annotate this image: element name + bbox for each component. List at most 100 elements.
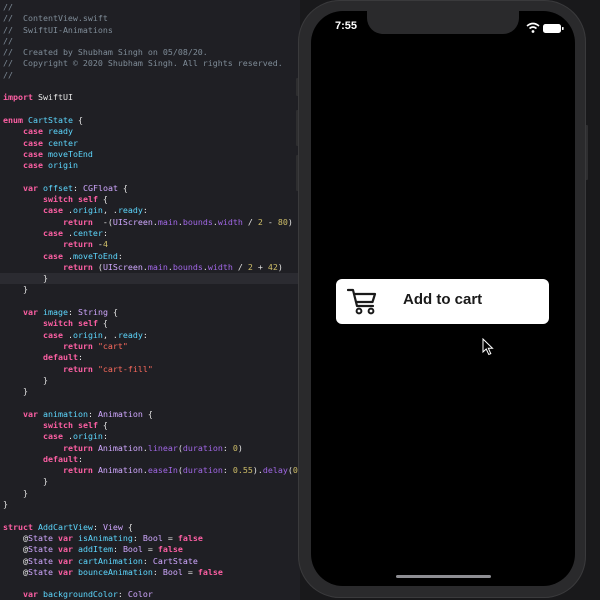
code-token: :	[102, 227, 108, 238]
code-line[interactable]: }	[3, 386, 300, 397]
code-line[interactable]: return Animation.easeIn(duration: 0.55).…	[3, 465, 300, 476]
code-token: false	[197, 566, 223, 577]
code-line[interactable]: var image: String {	[3, 307, 300, 318]
code-line[interactable]: //	[3, 36, 300, 47]
code-token: CartState	[152, 555, 198, 566]
code-token: /	[232, 261, 248, 272]
code-line[interactable]: default:	[3, 454, 300, 465]
code-line[interactable]: }	[3, 488, 300, 499]
code-token: addItem	[77, 544, 113, 555]
code-line[interactable]: return "cart"	[3, 341, 300, 352]
code-token: "cart-fill"	[97, 363, 153, 374]
code-token: }	[3, 476, 48, 487]
code-token: ready	[117, 329, 143, 340]
code-line[interactable]: var animation: Animation {	[3, 409, 300, 420]
code-line[interactable]: }	[0, 273, 300, 285]
code-token: var	[57, 544, 73, 555]
code-editor[interactable]: //// ContentView.swift// SwiftUI-Animati…	[0, 0, 300, 600]
code-line[interactable]: // Created by Shubham Singh on 05/08/20.	[3, 47, 300, 58]
code-line[interactable]: case origin	[3, 160, 300, 171]
code-line[interactable]	[3, 296, 300, 307]
code-line[interactable]: case .origin, .ready:	[3, 205, 300, 216]
code-line[interactable]: return Animation.linear(duration: 0)	[3, 443, 300, 454]
code-token: 0.55	[232, 465, 253, 476]
code-line[interactable]	[3, 578, 300, 589]
code-token: , .	[102, 329, 118, 340]
code-token: {	[122, 521, 133, 532]
code-token: backgroundColor	[42, 589, 118, 600]
code-line[interactable]: @State var addItem: Bool = false	[3, 544, 300, 555]
code-line[interactable]: return -(UIScreen.main.bounds.width / 2 …	[3, 217, 300, 228]
code-token: self	[77, 318, 98, 329]
code-token: , .	[102, 205, 118, 216]
code-token: }	[3, 374, 48, 385]
code-line[interactable]: enum CartState {	[3, 115, 300, 126]
code-line[interactable]: case .origin:	[3, 431, 300, 442]
code-token: case	[22, 160, 43, 171]
code-line[interactable]: }	[3, 476, 300, 487]
code-token: .	[62, 250, 73, 261]
code-line[interactable]: //	[3, 2, 300, 13]
code-line[interactable]: case .center:	[3, 228, 300, 239]
code-line[interactable]: // SwiftUI-Animations	[3, 25, 300, 36]
code-token: {	[117, 182, 128, 193]
add-to-cart-label: Add to cart	[403, 291, 483, 308]
code-line[interactable]: return -4	[3, 239, 300, 250]
code-line[interactable]: }	[3, 499, 300, 510]
code-line[interactable]: case .moveToEnd:	[3, 251, 300, 262]
mouse-pointer-icon	[482, 338, 494, 356]
battery-icon	[543, 24, 564, 33]
code-line[interactable]	[3, 171, 300, 182]
code-line[interactable]: switch self {	[3, 318, 300, 329]
code-line[interactable]: //	[3, 70, 300, 81]
code-token: :	[142, 555, 153, 566]
code-line[interactable]: import SwiftUI	[3, 92, 300, 103]
code-line[interactable]: return "cart-fill"	[3, 364, 300, 375]
code-line[interactable]: switch self {	[3, 194, 300, 205]
code-line[interactable]: case .origin, .ready:	[3, 330, 300, 341]
code-line[interactable]: @State var bounceAnimation: Bool = false	[3, 567, 300, 578]
code-token: State	[27, 544, 53, 555]
code-token: // Created by Shubham Singh on 05/08/20.	[3, 47, 208, 58]
code-token: return	[62, 442, 93, 453]
code-line[interactable]: return (UIScreen.main.bounds.width / 2 +…	[3, 262, 300, 273]
code-line[interactable]: @State var isAnimating: Bool = false	[3, 533, 300, 544]
code-token: Bool	[142, 532, 163, 543]
code-line[interactable]	[3, 397, 300, 408]
code-token: =	[142, 544, 158, 555]
code-line[interactable]	[3, 81, 300, 92]
code-line[interactable]: @State var cartAnimation: CartState	[3, 556, 300, 567]
code-line[interactable]: default:	[3, 352, 300, 363]
code-line[interactable]: struct AddCartView: View {	[3, 522, 300, 533]
home-indicator[interactable]	[396, 575, 491, 578]
code-line[interactable]: case center	[3, 138, 300, 149]
code-token: var	[22, 307, 38, 318]
code-line[interactable]	[3, 104, 300, 115]
code-line[interactable]: case moveToEnd	[3, 149, 300, 160]
code-line[interactable]: // Copyright © 2020 Shubham Singh. All r…	[3, 58, 300, 69]
code-token: UIScreen	[102, 261, 143, 272]
code-line[interactable]: }	[3, 284, 300, 295]
code-line[interactable]: var offset: CGFloat {	[3, 183, 300, 194]
code-token: }	[3, 273, 48, 284]
code-line[interactable]: // ContentView.swift	[3, 13, 300, 24]
code-line[interactable]: case ready	[3, 126, 300, 137]
code-line[interactable]: }	[3, 375, 300, 386]
code-line[interactable]: var backgroundColor: Color	[3, 589, 300, 600]
code-token: Animation	[97, 465, 143, 476]
code-line[interactable]: switch self {	[3, 420, 300, 431]
code-token: center	[47, 137, 78, 148]
code-line[interactable]	[3, 510, 300, 521]
code-token: /	[242, 216, 258, 227]
code-token: :	[117, 589, 128, 600]
code-token: duration	[182, 442, 223, 453]
code-token: {	[97, 318, 108, 329]
code-token: duration	[182, 465, 223, 476]
source-code[interactable]: //// ContentView.swift// SwiftUI-Animati…	[0, 2, 300, 600]
